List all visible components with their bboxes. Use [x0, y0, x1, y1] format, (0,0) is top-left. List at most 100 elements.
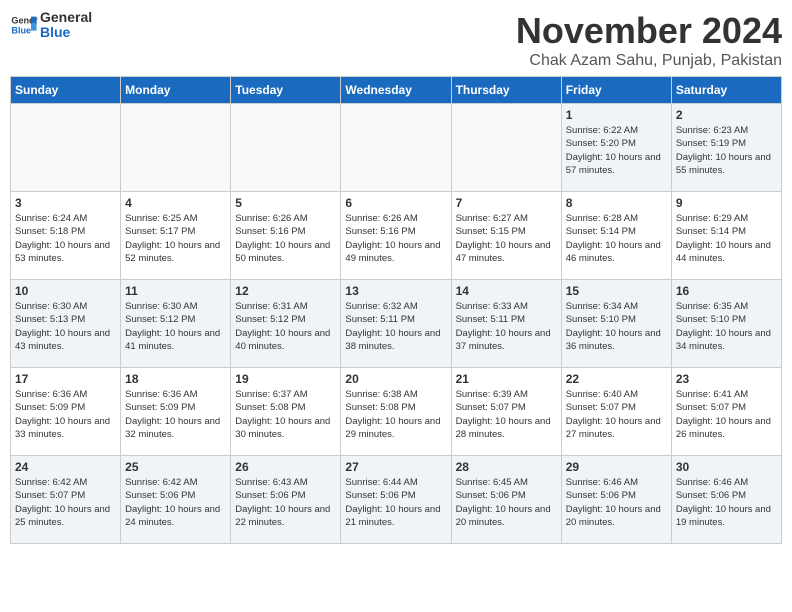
day-details: Sunrise: 6:22 AM Sunset: 5:20 PM Dayligh…: [566, 124, 667, 177]
day-number: 22: [566, 372, 667, 386]
calendar-table: SundayMondayTuesdayWednesdayThursdayFrid…: [10, 76, 782, 544]
calendar-cell: 15 Sunrise: 6:34 AM Sunset: 5:10 PM Dayli…: [561, 280, 671, 368]
calendar-cell: 26Sunrise: 6:43 AM Sunset: 5:06 PM Dayli…: [231, 456, 341, 544]
day-details: Sunrise: 6:38 AM Sunset: 5:08 PM Dayligh…: [345, 388, 446, 441]
day-details: Sunrise: 6:27 AM Sunset: 5:15 PM Dayligh…: [456, 212, 557, 265]
day-details: Sunrise: 6:42 AM Sunset: 5:07 PM Dayligh…: [15, 476, 116, 529]
calendar-cell: 29 Sunrise: 6:46 AM Sunset: 5:06 PM Dayli…: [561, 456, 671, 544]
calendar-cell: 20 Sunrise: 6:38 AM Sunset: 5:08 PM Dayli…: [341, 368, 451, 456]
calendar-cell: 19 Sunrise: 6:37 AM Sunset: 5:08 PM Dayli…: [231, 368, 341, 456]
day-details: Sunrise: 6:25 AM Sunset: 5:17 PM Dayligh…: [125, 212, 226, 265]
day-details: Sunrise: 6:30 AM Sunset: 5:12 PM Dayligh…: [125, 300, 226, 353]
calendar-cell: 27 Sunrise: 6:44 AM Sunset: 5:06 PM Dayli…: [341, 456, 451, 544]
day-details: Sunrise: 6:36 AM Sunset: 5:09 PM Dayligh…: [125, 388, 226, 441]
calendar-cell: [231, 104, 341, 192]
calendar-cell: 16 Sunrise: 6:35 AM Sunset: 5:10 PM Dayli…: [671, 280, 781, 368]
weekday-header-tuesday: Tuesday: [231, 77, 341, 104]
logo-line1: General: [40, 10, 92, 25]
calendar-cell: 2 Sunrise: 6:23 AM Sunset: 5:19 PM Daylig…: [671, 104, 781, 192]
calendar-cell: [451, 104, 561, 192]
day-details: Sunrise: 6:39 AM Sunset: 5:07 PM Dayligh…: [456, 388, 557, 441]
day-number: 13: [345, 284, 446, 298]
logo-icon: General Blue: [10, 11, 38, 39]
day-number: 1: [566, 108, 667, 122]
day-number: 28: [456, 460, 557, 474]
day-number: 10: [15, 284, 116, 298]
day-number: 14: [456, 284, 557, 298]
day-number: 20: [345, 372, 446, 386]
weekday-header-thursday: Thursday: [451, 77, 561, 104]
day-details: Sunrise: 6:35 AM Sunset: 5:10 PM Dayligh…: [676, 300, 777, 353]
day-details: Sunrise: 6:46 AM Sunset: 5:06 PM Dayligh…: [566, 476, 667, 529]
page-header: General Blue General Blue November 2024 …: [10, 10, 782, 70]
calendar-cell: 28 Sunrise: 6:45 AM Sunset: 5:06 PM Dayli…: [451, 456, 561, 544]
calendar-cell: 17Sunrise: 6:36 AM Sunset: 5:09 PM Dayli…: [11, 368, 121, 456]
weekday-header-friday: Friday: [561, 77, 671, 104]
day-number: 18: [125, 372, 226, 386]
calendar-cell: 4 Sunrise: 6:25 AM Sunset: 5:17 PM Daylig…: [121, 192, 231, 280]
calendar-cell: 23Sunrise: 6:41 AM Sunset: 5:07 PM Dayli…: [671, 368, 781, 456]
calendar-cell: 6 Sunrise: 6:26 AM Sunset: 5:16 PM Daylig…: [341, 192, 451, 280]
day-details: Sunrise: 6:45 AM Sunset: 5:06 PM Dayligh…: [456, 476, 557, 529]
location-subtitle: Chak Azam Sahu, Punjab, Pakistan: [516, 52, 782, 70]
day-details: Sunrise: 6:41 AM Sunset: 5:07 PM Dayligh…: [676, 388, 777, 441]
weekday-header-saturday: Saturday: [671, 77, 781, 104]
calendar-cell: 5 Sunrise: 6:26 AM Sunset: 5:16 PM Daylig…: [231, 192, 341, 280]
calendar-cell: 24Sunrise: 6:42 AM Sunset: 5:07 PM Dayli…: [11, 456, 121, 544]
day-number: 21: [456, 372, 557, 386]
day-number: 6: [345, 196, 446, 210]
day-number: 15: [566, 284, 667, 298]
day-details: Sunrise: 6:31 AM Sunset: 5:12 PM Dayligh…: [235, 300, 336, 353]
day-number: 29: [566, 460, 667, 474]
calendar-cell: 8 Sunrise: 6:28 AM Sunset: 5:14 PM Daylig…: [561, 192, 671, 280]
calendar-cell: 3 Sunrise: 6:24 AM Sunset: 5:18 PM Daylig…: [11, 192, 121, 280]
svg-text:Blue: Blue: [11, 26, 31, 36]
calendar-cell: 9 Sunrise: 6:29 AM Sunset: 5:14 PM Daylig…: [671, 192, 781, 280]
weekday-header-row: SundayMondayTuesdayWednesdayThursdayFrid…: [11, 77, 782, 104]
day-details: Sunrise: 6:28 AM Sunset: 5:14 PM Dayligh…: [566, 212, 667, 265]
day-details: Sunrise: 6:37 AM Sunset: 5:08 PM Dayligh…: [235, 388, 336, 441]
logo: General Blue General Blue: [10, 10, 92, 41]
calendar-cell: 18 Sunrise: 6:36 AM Sunset: 5:09 PM Dayli…: [121, 368, 231, 456]
day-number: 8: [566, 196, 667, 210]
day-details: Sunrise: 6:26 AM Sunset: 5:16 PM Dayligh…: [235, 212, 336, 265]
calendar-cell: 10Sunrise: 6:30 AM Sunset: 5:13 PM Dayli…: [11, 280, 121, 368]
day-details: Sunrise: 6:34 AM Sunset: 5:10 PM Dayligh…: [566, 300, 667, 353]
day-number: 26: [235, 460, 336, 474]
week-row-4: 17 Sunrise: 6:36 AM Sunset: 5:09 PM Dayli…: [11, 368, 782, 456]
calendar-cell: 22Sunrise: 6:40 AM Sunset: 5:07 PM Dayli…: [561, 368, 671, 456]
day-number: 4: [125, 196, 226, 210]
day-number: 9: [676, 196, 777, 210]
day-number: 16: [676, 284, 777, 298]
calendar-cell: [341, 104, 451, 192]
day-details: Sunrise: 6:24 AM Sunset: 5:18 PM Dayligh…: [15, 212, 116, 265]
day-number: 3: [15, 196, 116, 210]
logo-line2: Blue: [40, 25, 92, 40]
month-title: November 2024: [516, 10, 782, 52]
calendar-cell: 7 Sunrise: 6:27 AM Sunset: 5:15 PM Daylig…: [451, 192, 561, 280]
calendar-cell: 13Sunrise: 6:32 AM Sunset: 5:11 PM Dayli…: [341, 280, 451, 368]
weekday-header-sunday: Sunday: [11, 77, 121, 104]
day-details: Sunrise: 6:23 AM Sunset: 5:19 PM Dayligh…: [676, 124, 777, 177]
day-number: 11: [125, 284, 226, 298]
calendar-cell: [11, 104, 121, 192]
day-details: Sunrise: 6:42 AM Sunset: 5:06 PM Dayligh…: [125, 476, 226, 529]
day-details: Sunrise: 6:33 AM Sunset: 5:11 PM Dayligh…: [456, 300, 557, 353]
day-number: 17: [15, 372, 116, 386]
calendar-cell: 25 Sunrise: 6:42 AM Sunset: 5:06 PM Dayli…: [121, 456, 231, 544]
day-number: 27: [345, 460, 446, 474]
day-number: 5: [235, 196, 336, 210]
day-details: Sunrise: 6:29 AM Sunset: 5:14 PM Dayligh…: [676, 212, 777, 265]
day-details: Sunrise: 6:44 AM Sunset: 5:06 PM Dayligh…: [345, 476, 446, 529]
day-details: Sunrise: 6:46 AM Sunset: 5:06 PM Dayligh…: [676, 476, 777, 529]
calendar-cell: 21 Sunrise: 6:39 AM Sunset: 5:07 PM Dayli…: [451, 368, 561, 456]
day-details: Sunrise: 6:26 AM Sunset: 5:16 PM Dayligh…: [345, 212, 446, 265]
day-number: 19: [235, 372, 336, 386]
day-number: 25: [125, 460, 226, 474]
week-row-3: 10Sunrise: 6:30 AM Sunset: 5:13 PM Dayli…: [11, 280, 782, 368]
day-number: 2: [676, 108, 777, 122]
calendar-cell: 30Sunrise: 6:46 AM Sunset: 5:06 PM Dayli…: [671, 456, 781, 544]
weekday-header-monday: Monday: [121, 77, 231, 104]
day-number: 7: [456, 196, 557, 210]
week-row-5: 24Sunrise: 6:42 AM Sunset: 5:07 PM Dayli…: [11, 456, 782, 544]
